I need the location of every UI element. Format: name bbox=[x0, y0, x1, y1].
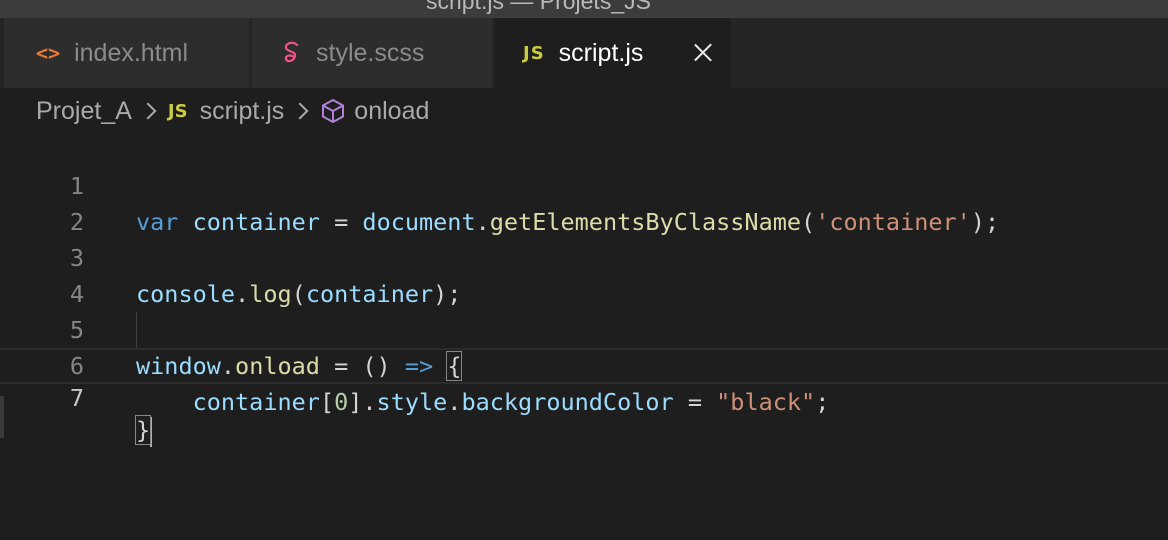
code-line[interactable]: 6 container[0].style.backgroundColor = "… bbox=[0, 312, 1168, 416]
scrollbar-marker[interactable] bbox=[0, 396, 4, 438]
code-line[interactable]: 1 var container = document.getElementsBy… bbox=[0, 132, 1168, 236]
line-code: container[0].style.backgroundColor = "bl… bbox=[192, 388, 830, 416]
code-line[interactable]: 5 window.onload = () => { bbox=[0, 276, 1168, 381]
breadcrumb-symbol[interactable]: onload bbox=[354, 97, 429, 126]
chevron-right-icon bbox=[139, 102, 157, 120]
tab-label: style.scss bbox=[316, 38, 425, 67]
symbol-method-icon bbox=[320, 98, 346, 124]
tab-label: script.js bbox=[558, 38, 644, 67]
sass-icon bbox=[282, 41, 302, 65]
tab-bar: <> index.html style.scss JS script.js bbox=[0, 18, 1168, 88]
js-icon: JS bbox=[167, 100, 188, 122]
window-title: script.js — Projets_JS bbox=[426, 0, 651, 14]
code-line-current[interactable]: 7 } bbox=[0, 348, 1168, 447]
close-icon[interactable] bbox=[693, 42, 713, 62]
tab-label: index.html bbox=[74, 38, 189, 67]
text-cursor bbox=[150, 416, 153, 447]
html-icon: <> bbox=[36, 41, 61, 65]
tab-index-html[interactable]: <> index.html bbox=[4, 18, 249, 88]
code-line[interactable]: 2 bbox=[0, 168, 1168, 236]
breadcrumb: Projet_A JS script.js onload bbox=[36, 94, 429, 128]
line-number: 7 bbox=[69, 384, 84, 412]
tab-style-scss[interactable]: style.scss bbox=[252, 18, 492, 88]
title-bar: script.js — Projets_JS bbox=[0, 0, 1168, 18]
breadcrumb-file[interactable]: script.js bbox=[200, 97, 285, 126]
js-icon: JS bbox=[523, 42, 545, 64]
code-line[interactable]: 3 console.log(container); bbox=[0, 204, 1168, 308]
tab-script-js[interactable]: JS script.js bbox=[495, 18, 731, 88]
line-code: } bbox=[134, 414, 153, 447]
chevron-right-icon bbox=[291, 102, 309, 120]
code-line[interactable]: 4 bbox=[0, 240, 1168, 308]
breadcrumb-folder[interactable]: Projet_A bbox=[36, 97, 132, 126]
